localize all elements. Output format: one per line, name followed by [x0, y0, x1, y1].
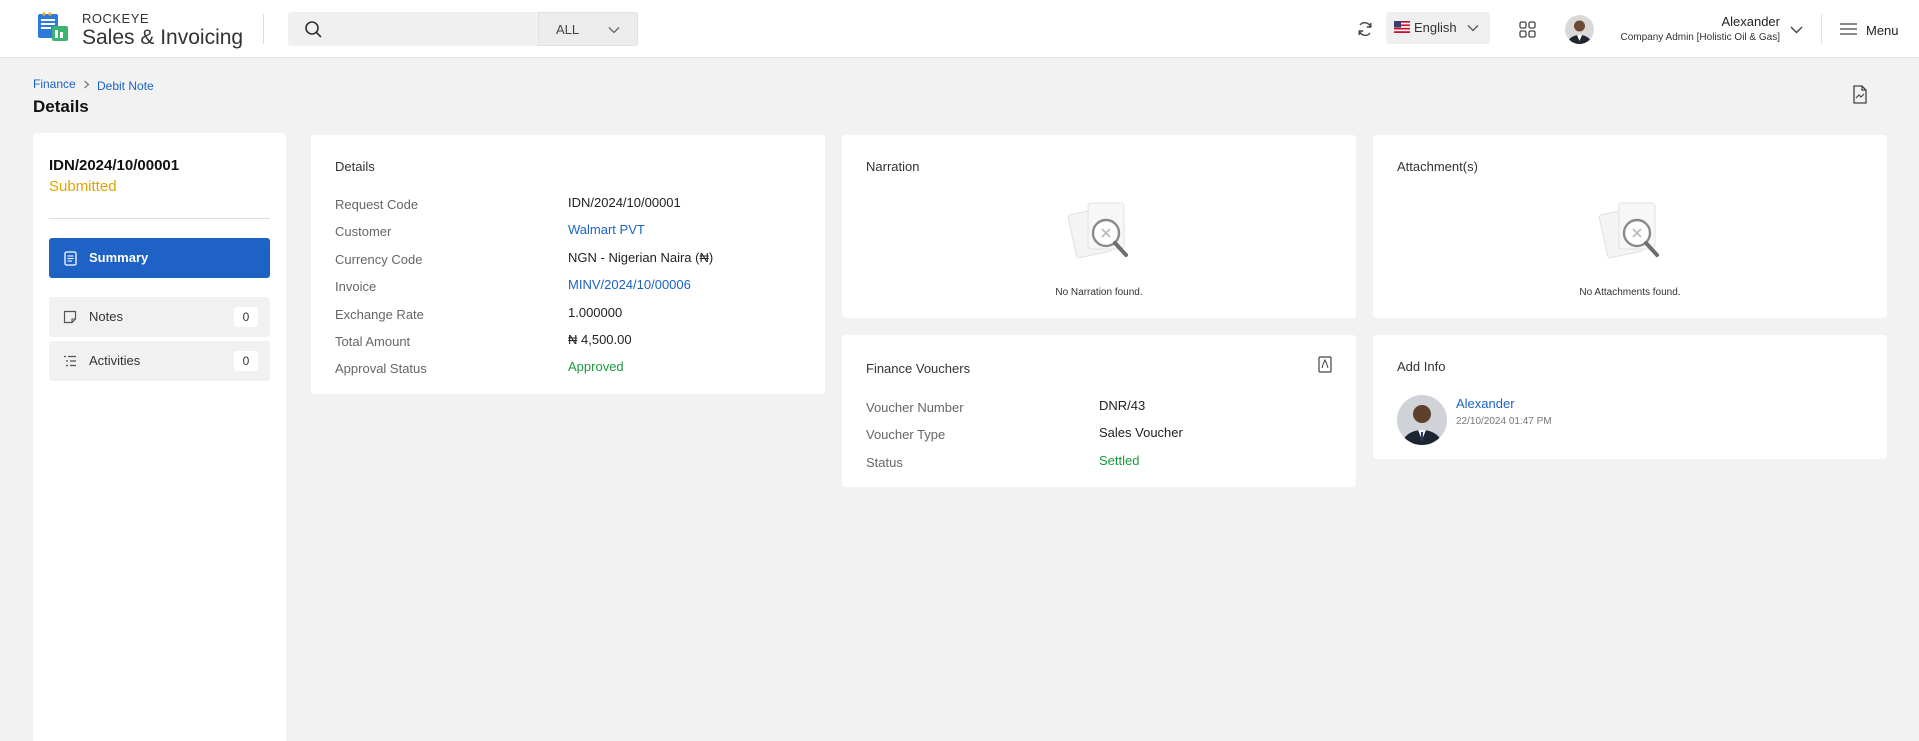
refresh-icon[interactable] [1356, 20, 1374, 38]
sidebar-item-label: Notes [89, 309, 123, 324]
sidebar-item-label: Activities [89, 353, 141, 368]
narration-card: Narration No Narration found. [842, 135, 1356, 318]
brand-top-text: ROCKEYE [82, 11, 150, 26]
attachments-empty-text: No Attachments found. [1579, 287, 1681, 298]
notes-count-badge: 0 [234, 307, 258, 327]
detail-label: Invoice [335, 279, 377, 294]
voucher-type-value: Sales Voucher [1099, 425, 1183, 440]
user-role: Company Admin [Holistic Oil & Gas] [1620, 32, 1781, 43]
detail-label: Exchange Rate [335, 307, 424, 322]
voucher-label: Voucher Number [866, 400, 964, 415]
detail-label: Customer [335, 224, 392, 239]
voucher-label: Status [866, 455, 903, 470]
breadcrumb-finance[interactable]: Finance [33, 77, 76, 91]
note-icon [63, 310, 77, 324]
brand-name: ROCKEYE Sales & Invoicing [82, 12, 243, 48]
sidebar-divider [49, 218, 270, 219]
user-name[interactable]: Alexander [1721, 14, 1780, 29]
brand-main-text: Sales & Invoicing [82, 26, 244, 49]
creator-name-link[interactable]: Alexander [1456, 396, 1515, 411]
created-date: 22/10/2024 01:47 PM [1456, 416, 1552, 427]
request-code-value: IDN/2024/10/00001 [568, 195, 681, 210]
user-avatar[interactable] [1565, 15, 1594, 44]
detail-label: Currency Code [335, 252, 423, 267]
finance-vouchers-card: Finance Vouchers Voucher Number DNR/43 V… [842, 335, 1356, 487]
no-results-icon [1598, 202, 1659, 259]
attachments-card: Attachment(s) No Attachments found. [1373, 135, 1887, 318]
header-divider [263, 14, 264, 44]
voucher-number-value: DNR/43 [1099, 398, 1146, 413]
detail-sidebar: IDN/2024/10/00001 Submitted Summary Note… [33, 133, 286, 741]
chevron-down-icon[interactable] [1789, 22, 1804, 37]
total-amount-value: ₦ 4,500.00 [568, 332, 632, 347]
details-card-title: Details [335, 159, 375, 174]
language-select[interactable]: English [1386, 12, 1490, 44]
page-title: Details [33, 97, 89, 116]
chevron-right-icon [84, 80, 90, 89]
chevron-down-icon [1467, 25, 1479, 32]
search-input[interactable] [288, 12, 538, 46]
details-card: Details Request Code IDN/2024/10/00001 C… [311, 135, 825, 394]
invoice-link[interactable]: MINV/2024/10/00006 [568, 277, 691, 292]
search-scope-label: ALL [556, 22, 580, 37]
chevron-down-icon [608, 27, 620, 34]
apps-grid-icon[interactable] [1519, 21, 1536, 38]
hamburger-menu-icon[interactable] [1840, 22, 1857, 36]
add-info-card-title: Add Info [1397, 359, 1446, 374]
app-logo-icon[interactable] [36, 11, 70, 43]
top-header: ROCKEYE Sales & Invoicing ALL English Al… [0, 0, 1919, 58]
detail-label: Approval Status [335, 361, 427, 376]
activities-count-badge: 0 [234, 351, 258, 371]
sidebar-item-summary[interactable]: Summary [49, 238, 270, 278]
attachments-card-title: Attachment(s) [1397, 159, 1478, 174]
sidebar-item-label: Summary [89, 250, 149, 265]
detail-label: Total Amount [335, 334, 411, 349]
sidebar-item-notes[interactable]: Notes 0 [49, 297, 270, 337]
activity-list-icon [64, 355, 76, 367]
search-icon [305, 21, 322, 38]
document-status: Submitted [49, 178, 117, 195]
narration-card-title: Narration [866, 159, 920, 174]
creator-avatar [1397, 395, 1447, 445]
document-icon [64, 251, 77, 266]
language-label: English [1414, 20, 1457, 35]
export-pdf-icon[interactable] [1852, 85, 1868, 104]
voucher-status-value: Settled [1099, 453, 1140, 468]
narration-empty-text: No Narration found. [1055, 287, 1143, 298]
add-info-card: Add Info Alexander 22/10/2024 01:47 PM [1373, 335, 1887, 459]
us-flag-icon [1394, 21, 1410, 33]
customer-link[interactable]: Walmart PVT [568, 222, 645, 237]
sidebar-item-activities[interactable]: Activities 0 [49, 341, 270, 381]
finance-vouchers-card-title: Finance Vouchers [866, 361, 971, 376]
pdf-file-icon[interactable] [1318, 356, 1332, 373]
detail-label: Request Code [335, 197, 419, 212]
menu-button[interactable]: Menu [1866, 23, 1899, 38]
exchange-rate-value: 1.000000 [568, 305, 623, 320]
voucher-label: Voucher Type [866, 427, 946, 442]
no-results-icon [1067, 202, 1128, 259]
header-divider [1821, 14, 1822, 44]
document-code: IDN/2024/10/00001 [49, 157, 180, 174]
currency-code-value: NGN - Nigerian Naira (₦) [568, 250, 714, 265]
search-scope-select[interactable]: ALL [538, 12, 638, 46]
approval-status-value: Approved [568, 359, 624, 374]
breadcrumb-debit-note[interactable]: Debit Note [97, 79, 154, 93]
